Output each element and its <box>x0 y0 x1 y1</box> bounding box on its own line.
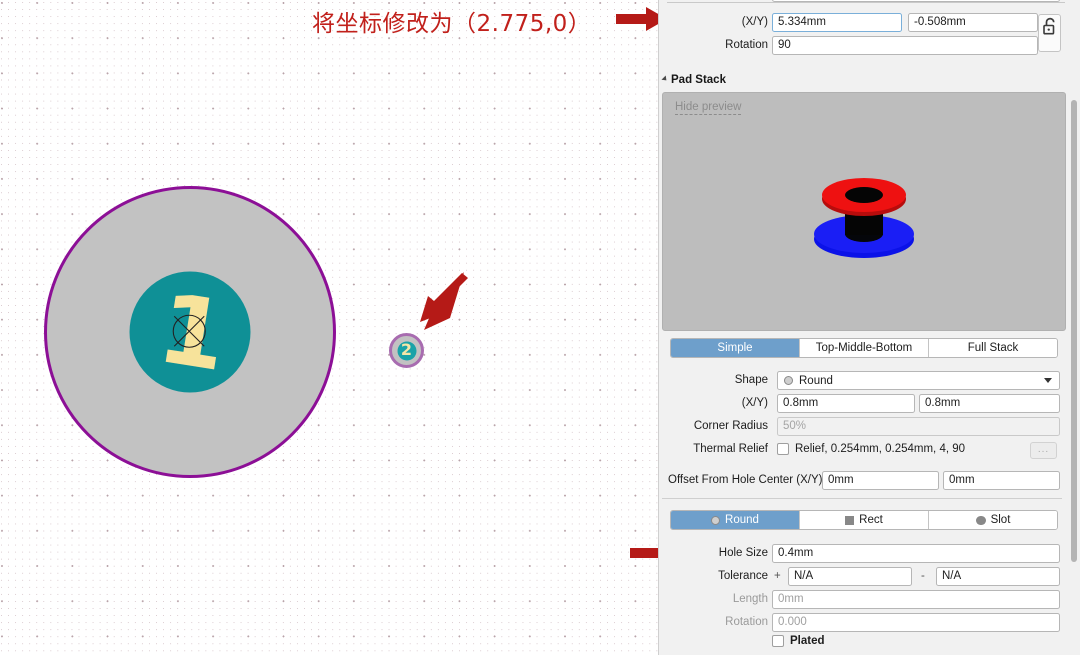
shape-label: Shape <box>734 374 768 386</box>
tolerance-label: Tolerance <box>718 570 768 582</box>
position-xy-label: (X/Y) <box>741 16 768 28</box>
pad-size-label: (X/Y) <box>741 397 768 409</box>
slot-filled-icon <box>975 515 986 525</box>
corner-radius-label: Corner Radius <box>693 420 768 432</box>
panel-scrollbar[interactable] <box>1071 100 1077 562</box>
tab-hole-round-label: Round <box>725 514 759 526</box>
section-divider <box>662 498 1062 499</box>
pad-stack-section-header[interactable]: Pad Stack <box>661 74 726 86</box>
length-input: 0mm <box>772 590 1060 609</box>
thermal-relief-checkbox[interactable] <box>777 443 789 455</box>
position-rotation-label: Rotation <box>725 39 768 51</box>
lock-toggle-button[interactable] <box>1038 14 1061 52</box>
square-filled-icon <box>845 515 855 525</box>
pad-1[interactable]: 1 <box>44 186 336 478</box>
pad-size-y-input[interactable]: 0.8mm <box>919 394 1060 413</box>
shape-value: Round <box>799 374 833 387</box>
length-label: Length <box>732 593 768 605</box>
hole-rotation-label: Rotation <box>725 616 768 628</box>
pad-1-crosshair-icon <box>172 314 206 348</box>
plated-checkbox[interactable] <box>772 635 784 647</box>
pcb-footprint-editor-canvas[interactable]: 1 2 将坐标修改为（2.775,0） <box>0 0 658 655</box>
tab-hole-rect-label: Rect <box>859 514 883 526</box>
tab-simple[interactable]: Simple <box>671 339 800 357</box>
thermal-relief-more-button[interactable]: ... <box>1030 442 1057 459</box>
pad-stack-preview: Hide preview <box>662 92 1066 331</box>
circle-outline-icon <box>784 376 793 385</box>
position-x-input[interactable]: 5.334mm <box>772 13 902 32</box>
position-y-input[interactable]: -0.508mm <box>908 13 1038 32</box>
circle-outline-icon <box>711 515 721 525</box>
tolerance-plus-input[interactable]: N/A <box>788 567 912 586</box>
hole-size-input[interactable]: 0.4mm <box>772 544 1060 563</box>
tolerance-minus-input[interactable]: N/A <box>936 567 1060 586</box>
tab-hole-rect[interactable]: Rect <box>800 511 929 529</box>
pad-size-x-input[interactable]: 0.8mm <box>777 394 915 413</box>
annotation-text: 将坐标修改为（2.775,0） <box>312 11 592 37</box>
pad-2-designator: 2 <box>400 341 413 360</box>
hole-size-label: Hole Size <box>718 547 768 559</box>
thermal-relief-value: Relief, 0.254mm, 0.254mm, 4, 90 <box>795 443 966 455</box>
corner-radius-input: 50% <box>777 417 1060 436</box>
shape-select[interactable]: Round <box>777 371 1060 390</box>
tolerance-plus-sign: + <box>774 570 781 582</box>
via-3d-preview-icon <box>814 178 914 258</box>
hole-rotation-input: 0.000 <box>772 613 1060 632</box>
hole-shape-tabs[interactable]: Round Rect Slot <box>670 510 1058 530</box>
hide-preview-link[interactable]: Hide preview <box>675 101 742 115</box>
panel-top-divider <box>667 2 1065 3</box>
pad-2[interactable]: 2 <box>389 333 424 368</box>
tab-full-stack[interactable]: Full Stack <box>929 339 1057 357</box>
pad-stack-mode-tabs[interactable]: Simple Top-Middle-Bottom Full Stack <box>670 338 1058 358</box>
tolerance-minus-sign: - <box>921 570 925 582</box>
position-rotation-input[interactable]: 90 <box>772 36 1038 55</box>
offset-label: Offset From Hole Center (X/Y) <box>668 474 823 486</box>
pad-2-hole: 2 <box>397 341 416 360</box>
offset-y-input[interactable]: 0mm <box>943 471 1060 490</box>
chevron-down-icon <box>1044 378 1052 383</box>
tab-top-middle-bottom[interactable]: Top-Middle-Bottom <box>800 339 929 357</box>
offset-x-input[interactable]: 0mm <box>822 471 939 490</box>
tab-hole-round[interactable]: Round <box>671 511 800 529</box>
collapse-chevron-icon <box>661 74 669 83</box>
plated-label: Plated <box>790 635 825 647</box>
unlock-icon <box>1043 17 1055 35</box>
tab-hole-slot[interactable]: Slot <box>929 511 1057 529</box>
tab-hole-slot-label: Slot <box>990 514 1011 526</box>
thermal-relief-label: Thermal Relief <box>693 443 768 455</box>
truncated-field-above[interactable] <box>772 0 1060 2</box>
screen-root: 1 2 将坐标修改为（2.775,0） (X/Y) 5.334mm -0.508… <box>0 0 1080 655</box>
